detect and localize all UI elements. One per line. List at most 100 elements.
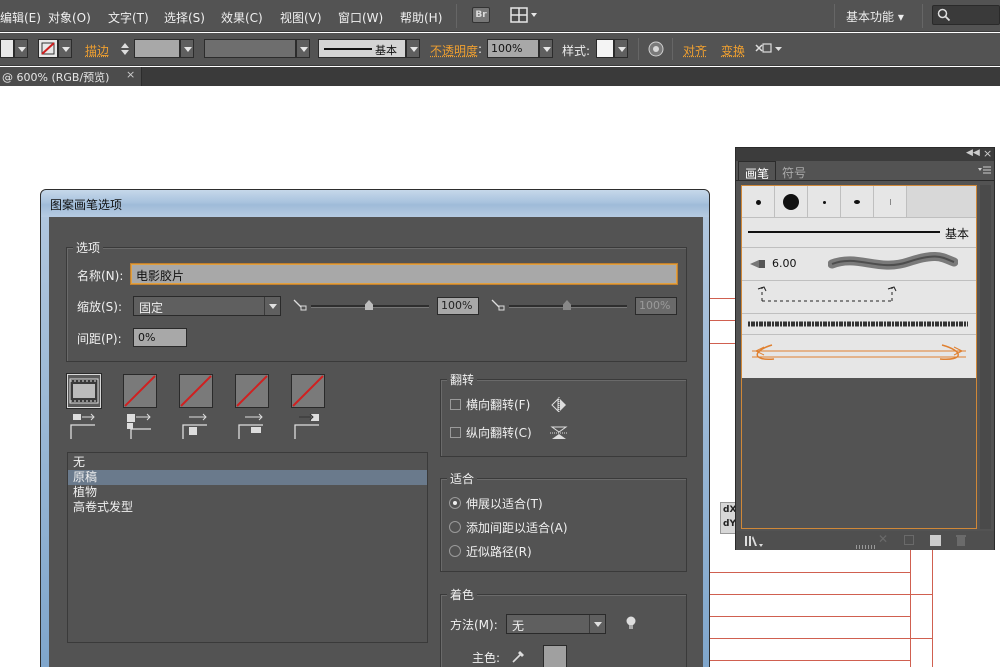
menu-object[interactable]: 对象(O) — [48, 9, 91, 26]
transform-label[interactable]: 变换 — [721, 42, 745, 59]
close-icon[interactable]: × — [983, 147, 992, 160]
remove-stroke-icon[interactable]: ✕ — [878, 532, 888, 546]
end-tile-button[interactable] — [291, 374, 325, 408]
brush-libraries-icon[interactable] — [744, 534, 764, 548]
artwork-path — [710, 660, 910, 661]
brush-definition-dropdown[interactable] — [406, 39, 420, 58]
brush-basic[interactable]: 基本 — [742, 218, 976, 248]
close-icon[interactable]: × — [126, 68, 135, 81]
list-item[interactable]: 原稿 — [68, 470, 427, 485]
style-dropdown[interactable] — [614, 39, 628, 58]
method-select[interactable]: 无 — [506, 614, 606, 634]
opacity-dropdown[interactable] — [539, 39, 553, 58]
stroke-weight-dropdown[interactable] — [180, 39, 194, 58]
list-item[interactable]: 无 — [68, 455, 427, 470]
opacity-field[interactable]: 100% — [487, 39, 539, 58]
workspace-switcher[interactable]: 基本功能 ▾ — [846, 8, 904, 25]
brush-chalk[interactable] — [742, 314, 976, 334]
control-separator — [638, 38, 639, 60]
calligraphic-brush-large[interactable] — [775, 186, 808, 218]
stepper-icon[interactable] — [120, 41, 130, 57]
menu-effect[interactable]: 效果(C) — [221, 9, 263, 26]
stretch-to-fit-radio[interactable] — [449, 497, 461, 509]
inner-corner-tile-button[interactable] — [179, 374, 213, 408]
outer-corner-tile-icon — [127, 413, 151, 439]
add-space-to-fit-radio[interactable] — [449, 521, 461, 533]
menu-view[interactable]: 视图(V) — [280, 9, 322, 26]
collapse-icon[interactable]: ◀◀ — [966, 148, 980, 158]
style-label: 样式: — [562, 44, 591, 58]
control-bar: 描边 基本 不透明度 : 100% 样式: 对齐 变换 — [0, 33, 1000, 66]
brush-options-icon[interactable] — [904, 535, 914, 545]
calligraphic-brush-oval[interactable] — [841, 186, 874, 218]
trash-icon[interactable] — [955, 534, 967, 547]
search-icon — [937, 8, 951, 22]
isolate-options-icon[interactable] — [754, 41, 784, 57]
brush-definition-field[interactable]: 基本 — [318, 39, 406, 58]
stroke-weight-label[interactable]: 描边 — [85, 42, 109, 59]
lightbulb-tips-icon[interactable] — [625, 615, 637, 631]
menu-help[interactable]: 帮助(H) — [400, 9, 442, 26]
tab-symbols[interactable]: 符号 — [776, 161, 812, 180]
tab-brushes[interactable]: 画笔 — [738, 161, 777, 181]
calligraphic-brush-tiny[interactable] — [808, 186, 841, 218]
spacing-label: 间距(P): — [77, 332, 122, 346]
calligraphic-brush-thin[interactable] — [874, 186, 907, 218]
swatch-empty — [907, 186, 976, 218]
panel-menu-icon[interactable] — [978, 166, 992, 176]
artwork-path — [710, 638, 932, 639]
brush-dashed-pattern[interactable] — [742, 281, 976, 314]
scale-select[interactable]: 固定 — [133, 296, 281, 316]
dialog-titlebar[interactable]: 图案画笔选项 — [41, 190, 709, 217]
list-item[interactable]: 高卷式发型 — [68, 500, 427, 515]
search-input[interactable] — [932, 5, 1000, 25]
menu-edit[interactable]: 编辑(E) — [0, 9, 41, 26]
stroke-weight-field[interactable] — [134, 39, 180, 58]
resize-grip[interactable] — [856, 545, 876, 549]
recolor-artwork-icon[interactable] — [648, 41, 664, 57]
fill-swatch[interactable] — [0, 39, 14, 58]
menu-select[interactable]: 选择(S) — [164, 9, 205, 26]
flip-along-checkbox[interactable] — [450, 399, 461, 410]
scale-percent-field[interactable]: 100% — [437, 297, 479, 315]
opacity-label[interactable]: 不透明度 — [430, 42, 478, 59]
variable-width-field[interactable] — [204, 39, 296, 58]
name-input[interactable]: 电影胶片 — [131, 264, 677, 284]
list-item[interactable]: 植物 — [68, 485, 427, 500]
key-color-swatch[interactable] — [543, 645, 567, 667]
menu-type[interactable]: 文字(T) — [108, 9, 149, 26]
fit-legend: 适合 — [447, 470, 478, 487]
start-tile-button[interactable] — [235, 374, 269, 408]
stroke-swatch[interactable] — [38, 39, 58, 58]
variable-width-dropdown[interactable] — [296, 39, 310, 58]
document-tab[interactable]: @ 600% (RGB/预览) × — [0, 67, 142, 86]
menu-window[interactable]: 窗口(W) — [338, 9, 383, 26]
arrange-documents-button[interactable] — [510, 7, 538, 23]
side-tile-button[interactable] — [67, 374, 101, 408]
artwork-path — [932, 550, 933, 667]
brush-scrollbar[interactable] — [980, 185, 991, 529]
spacing-input[interactable]: 0% — [133, 328, 187, 347]
scale-percent-value: 100% — [441, 299, 473, 312]
brush-size-label: 6.00 — [772, 257, 797, 270]
align-label[interactable]: 对齐 — [683, 42, 707, 59]
scale-small-icon — [293, 299, 307, 311]
style-swatch[interactable] — [596, 39, 614, 58]
flip-vertical-icon — [550, 426, 568, 439]
pattern-brush-options-dialog: 图案画笔选项 选项 名称(N): 电影胶片 缩放(S): 固定 100% 100… — [40, 189, 710, 667]
fill-dropdown[interactable] — [14, 39, 28, 58]
outer-corner-tile-button[interactable] — [123, 374, 157, 408]
calligraphic-brush-small[interactable] — [742, 186, 775, 218]
bridge-button[interactable]: Br — [472, 7, 490, 23]
dialog-body: 选项 名称(N): 电影胶片 缩放(S): 固定 100% 100% 间距(P)… — [49, 217, 703, 667]
new-brush-icon[interactable] — [930, 535, 941, 546]
eyedropper-icon[interactable] — [511, 648, 527, 664]
scale-max-percent-field: 100% — [635, 297, 677, 315]
flip-across-checkbox[interactable] — [450, 427, 461, 438]
brush-film-strip[interactable] — [742, 334, 976, 378]
approximate-path-radio[interactable] — [449, 545, 461, 557]
pattern-list[interactable]: 无 原稿 植物 高卷式发型 — [67, 452, 428, 643]
brush-charcoal[interactable]: 6.00 — [742, 248, 976, 281]
stroke-dropdown[interactable] — [58, 39, 72, 58]
bristle-brush-icon — [750, 260, 765, 268]
